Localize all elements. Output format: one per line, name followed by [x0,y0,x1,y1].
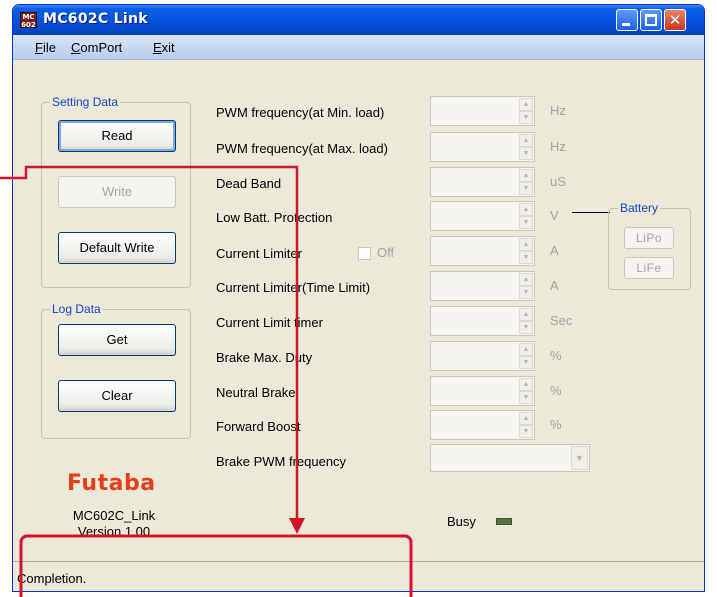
spin-up-icon[interactable]: ▲ [519,203,533,216]
unit-percent-boost: % [550,417,562,432]
pwm-max-spinner[interactable]: ▲ ▼ [430,132,535,162]
spin-down-icon[interactable]: ▼ [519,321,533,334]
title-bar[interactable]: MC 602 MC602C Link ✕ [13,5,704,35]
dead-band-spinner[interactable]: ▲ ▼ [430,167,535,197]
param-label-neutral-brake: Neutral Brake [216,385,296,400]
window-title: MC602C Link [43,11,148,27]
app-icon[interactable]: MC 602 [20,12,37,29]
spin-up-icon[interactable]: ▲ [519,308,533,321]
clear-button[interactable]: Clear [58,380,176,412]
busy-label: Busy [447,514,476,529]
pwm-min-spinner[interactable]: ▲ ▼ [430,96,535,126]
menu-file[interactable]: File [35,40,56,55]
app-name-label: MC602C_Link [72,508,156,523]
spin-up-icon[interactable]: ▲ [519,98,533,111]
spin-up-icon[interactable]: ▲ [519,412,533,425]
log-data-title: Log Data [50,302,103,316]
param-label-pwm-max: PWM frequency(at Max. load) [216,141,388,156]
unit-a-time: A [550,278,559,293]
current-limiter-off-checkbox[interactable] [358,247,371,260]
brake-pwm-select[interactable]: ▼ [430,444,590,472]
neutral-brake-spinner[interactable]: ▲ ▼ [430,376,535,406]
chevron-down-icon[interactable]: ▼ [571,446,588,470]
param-label-pwm-min: PWM frequency(at Min. load) [216,105,385,120]
param-label-low-batt: Low Batt. Protection [216,210,333,225]
spin-up-icon[interactable]: ▲ [519,343,533,356]
spin-up-icon[interactable]: ▲ [519,238,533,251]
menu-bar: File ComPort Exit [13,35,704,60]
maximize-icon [645,14,657,26]
unit-a: A [550,243,559,258]
unit-hz-max: Hz [550,139,566,154]
spin-up-icon[interactable]: ▲ [519,134,533,147]
status-bar: Completion. [13,561,704,591]
menu-exit[interactable]: Exit [153,40,175,55]
version-label: Version 1.00 [77,524,151,539]
unit-v: V [550,208,559,223]
unit-us: uS [550,174,566,189]
close-button[interactable]: ✕ [664,9,686,31]
current-limiter-off-label: Off [377,245,395,260]
spin-down-icon[interactable]: ▼ [519,356,533,369]
minimize-button[interactable] [616,9,638,31]
lipo-button[interactable]: LiPo [624,227,674,249]
low-batt-spinner[interactable]: ▲ ▼ [430,201,535,231]
param-label-current-limiter-time: Current Limiter(Time Limit) [216,280,371,295]
unit-sec: Sec [550,313,573,328]
spin-down-icon[interactable]: ▼ [519,286,533,299]
spin-down-icon[interactable]: ▼ [519,182,533,195]
param-label-brake-pwm: Brake PWM frequency [216,454,347,469]
unit-percent-neutral: % [550,383,562,398]
param-label-current-limiter: Current Limiter [216,246,302,261]
close-icon: ✕ [668,11,682,29]
get-button[interactable]: Get [58,324,176,356]
default-write-button[interactable]: Default Write [58,232,176,264]
menu-comport[interactable]: ComPort [71,40,122,55]
battery-title: Battery [618,201,661,215]
spin-down-icon[interactable]: ▼ [519,147,533,160]
spin-down-icon[interactable]: ▼ [519,111,533,124]
life-button[interactable]: LiFe [624,257,674,279]
maximize-button[interactable] [640,9,662,31]
read-button[interactable]: Read [58,120,176,152]
spin-down-icon[interactable]: ▼ [519,251,533,264]
param-label-forward-boost: Forward Boost [216,419,301,434]
battery-connector-line [572,212,610,213]
app-window: MC 602 MC602C Link ✕ File ComPort Exit Se… [12,4,705,592]
spin-down-icon[interactable]: ▼ [519,216,533,229]
spin-up-icon[interactable]: ▲ [519,273,533,286]
current-limiter-time-spinner[interactable]: ▲ ▼ [430,271,535,301]
busy-indicator [496,518,512,525]
brake-max-duty-spinner[interactable]: ▲ ▼ [430,341,535,371]
write-button[interactable]: Write [58,176,176,208]
forward-boost-spinner[interactable]: ▲ ▼ [430,410,535,440]
spin-up-icon[interactable]: ▲ [519,169,533,182]
param-label-brake-max-duty: Brake Max. Duty [216,350,313,365]
current-limit-timer-spinner[interactable]: ▲ ▼ [430,306,535,336]
param-label-dead-band: Dead Band [216,176,282,191]
futaba-logo: Futaba [67,471,156,496]
unit-hz-min: Hz [550,103,566,118]
spin-up-icon[interactable]: ▲ [519,378,533,391]
spin-down-icon[interactable]: ▼ [519,425,533,438]
param-label-current-limit-timer: Current Limit timer [216,315,323,330]
setting-data-title: Setting Data [50,95,121,109]
minimize-icon [622,23,630,26]
status-text: Completion. [17,571,87,586]
unit-percent-brake: % [550,348,562,363]
spin-down-icon[interactable]: ▼ [519,391,533,404]
current-limiter-spinner[interactable]: ▲ ▼ [430,236,535,266]
